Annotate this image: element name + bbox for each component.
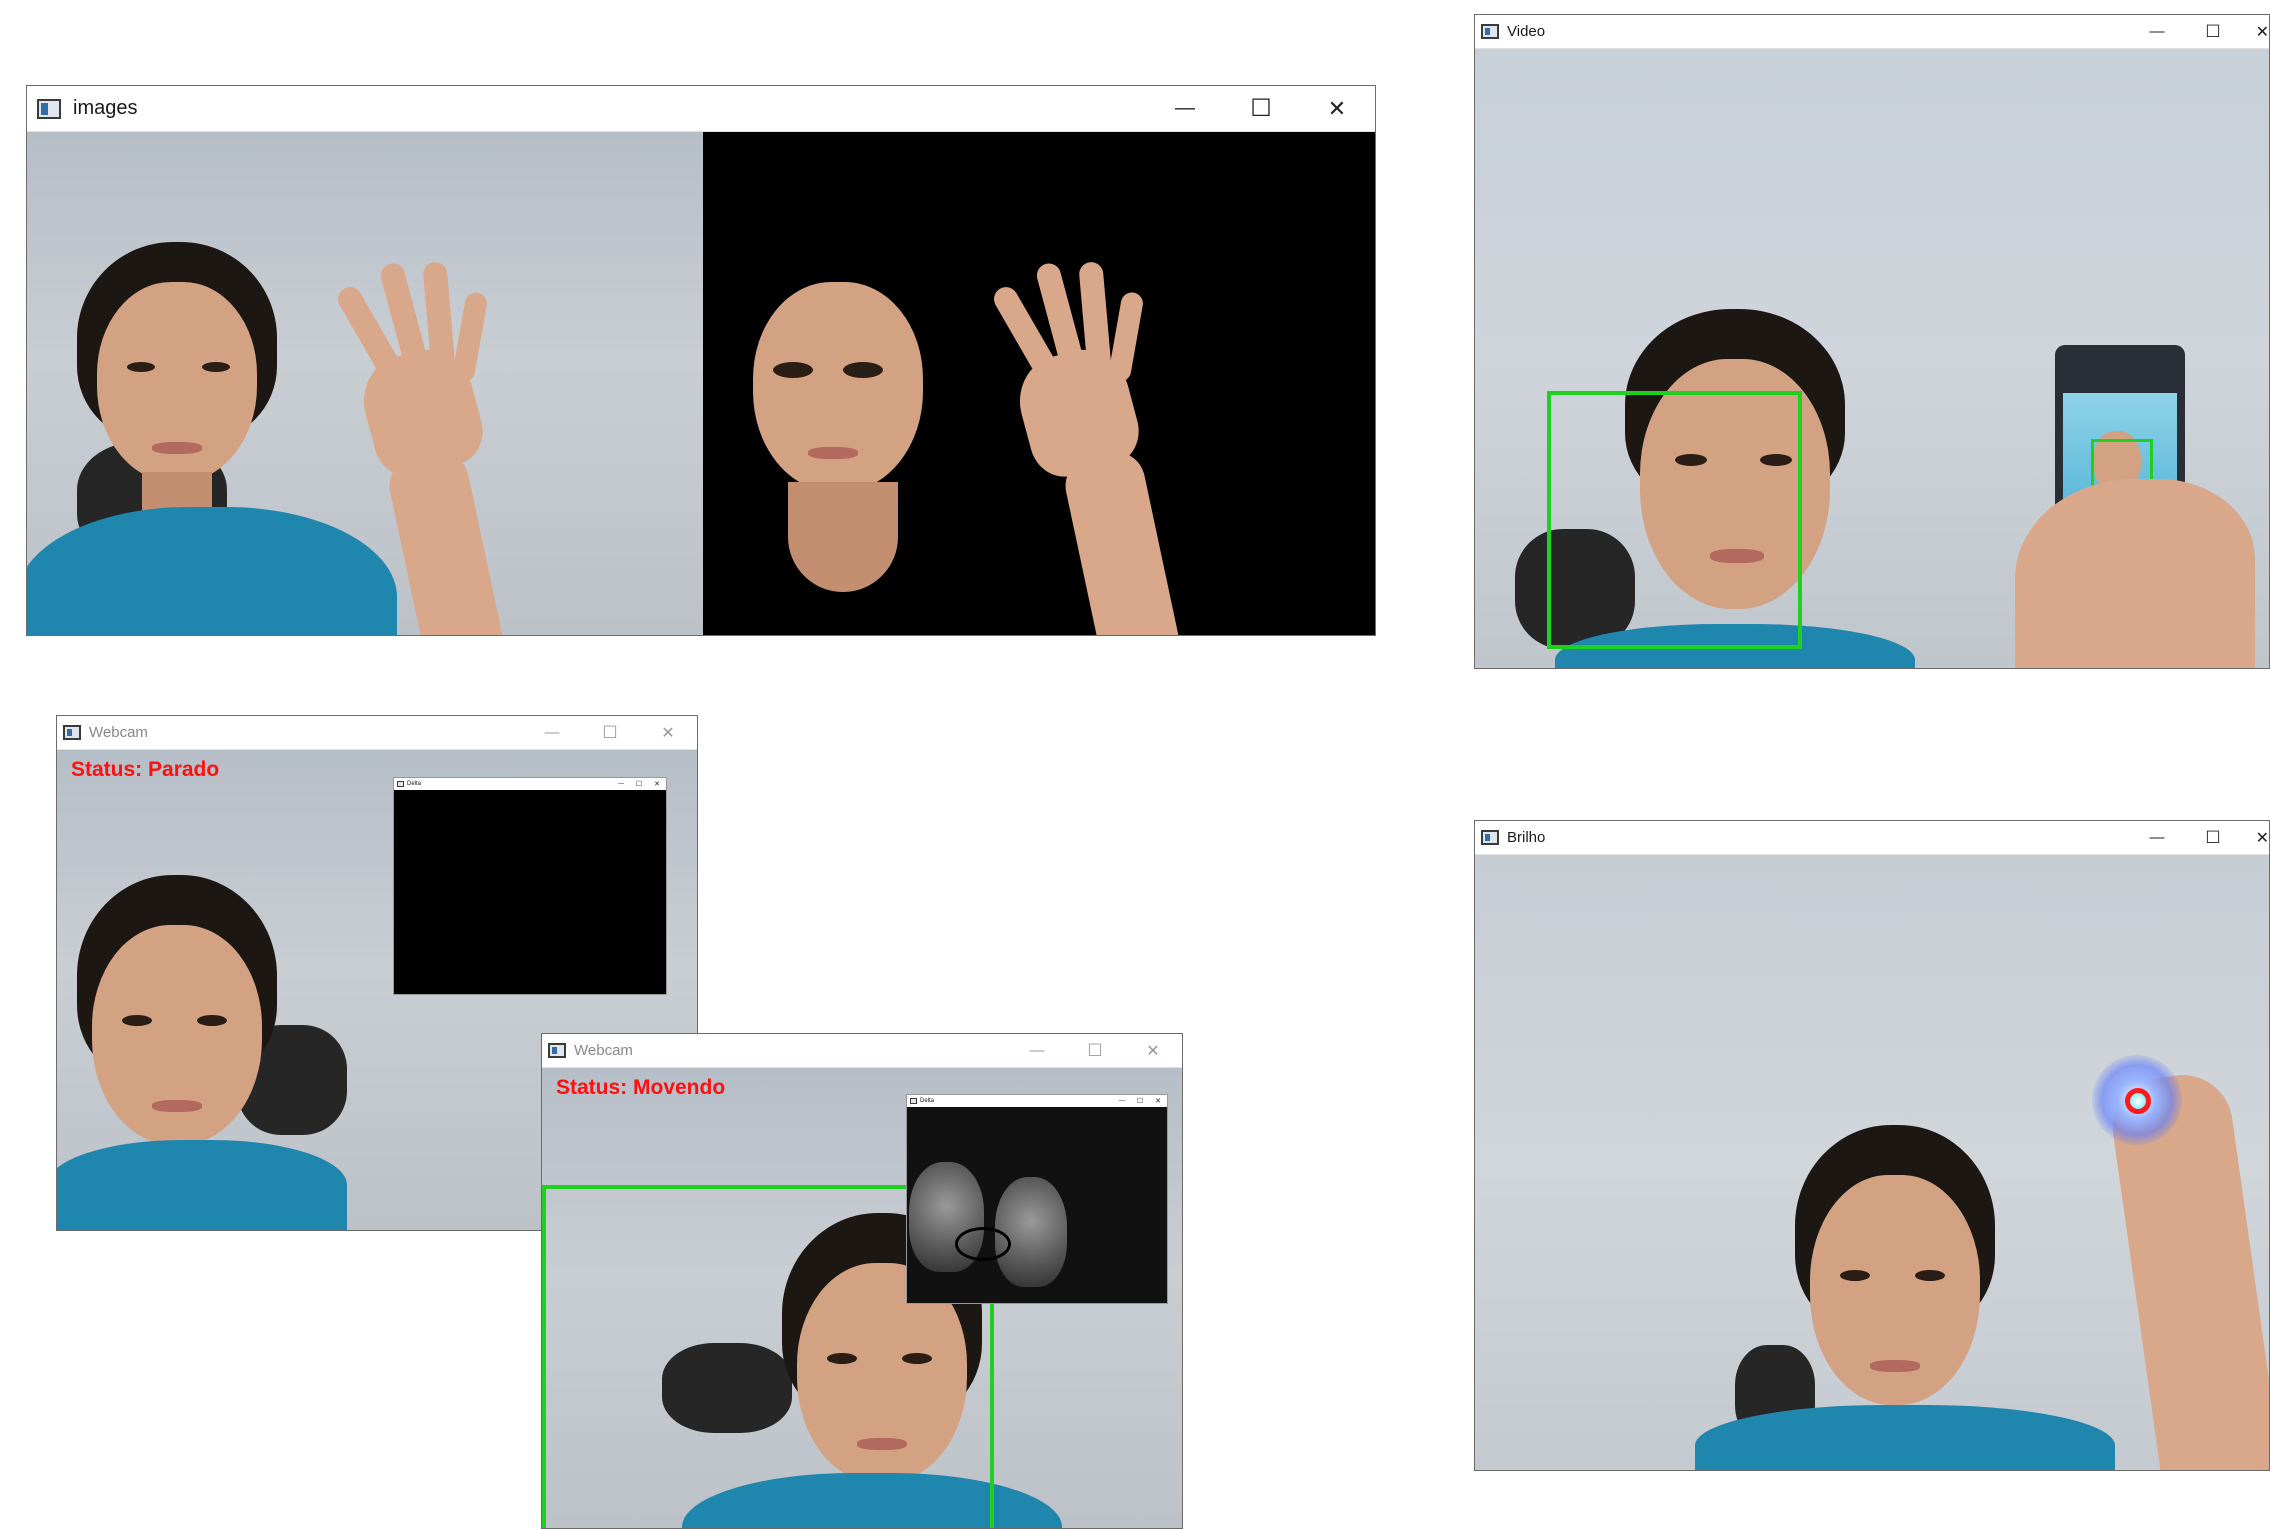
minimize-icon[interactable]: — [523, 716, 581, 749]
status-text: Status: Movendo [556, 1076, 726, 1099]
minimize-icon[interactable]: — [1147, 86, 1223, 131]
face [92, 925, 262, 1145]
mouth [808, 447, 858, 459]
window-title: Delta [920, 1098, 935, 1104]
close-icon[interactable]: ✕ [639, 716, 697, 749]
left-eye [1840, 1270, 1870, 1281]
right-eye [1915, 1270, 1945, 1281]
app-window-icon [1481, 24, 1499, 39]
app-window-icon [1481, 830, 1499, 845]
window-title: Webcam [89, 724, 148, 741]
app-window-icon [910, 1098, 917, 1104]
close-icon[interactable]: ✕ [648, 778, 666, 790]
minimize-icon[interactable]: — [612, 778, 630, 790]
right-eye [197, 1015, 227, 1026]
images-titlebar[interactable]: images — ☐ ✕ [27, 86, 1375, 132]
minimize-icon[interactable]: — [1113, 1095, 1131, 1107]
segmented-person [743, 282, 943, 622]
images-canvas [27, 132, 1375, 635]
segmented-frame [703, 132, 1375, 635]
forearm [383, 446, 511, 635]
forearm [1059, 446, 1187, 635]
webcam-parado-titlebar[interactable]: Webcam — ☐ ✕ [57, 716, 697, 750]
video-canvas [1475, 49, 2269, 668]
delta-window: Delta — ☐ ✕ [393, 777, 667, 995]
person [57, 875, 377, 1230]
maximize-icon[interactable]: ☐ [2185, 821, 2241, 854]
maximize-icon[interactable]: ☐ [2185, 15, 2241, 48]
left-eye [122, 1015, 152, 1026]
mouth [152, 442, 202, 454]
maximize-icon[interactable]: ☐ [581, 716, 639, 749]
window-title: images [73, 97, 138, 119]
video-window: Video — ☐ ✕ [1474, 14, 2270, 669]
delta-titlebar[interactable]: Delta — ☐ ✕ [394, 778, 666, 790]
shirt [1695, 1405, 2115, 1470]
status-text: Status: Parado [71, 758, 220, 781]
window-title: Brilho [1507, 829, 1546, 846]
segmented-hand [989, 252, 1203, 635]
person [1695, 1125, 2115, 1470]
close-icon[interactable]: ✕ [1124, 1034, 1182, 1067]
maximize-icon[interactable]: ☐ [630, 778, 648, 790]
shirt [57, 1140, 347, 1230]
hand-holding-phone [2015, 479, 2255, 668]
window-title: Webcam [574, 1042, 633, 1059]
webcam-movendo-window: Webcam — ☐ ✕ Status: Movendo Delta — ☐ ✕ [541, 1033, 1183, 1529]
neck [788, 482, 898, 592]
close-icon[interactable]: ✕ [1149, 1095, 1167, 1107]
video-titlebar[interactable]: Video — ☐ ✕ [1475, 15, 2269, 49]
delta-frame [907, 1107, 1167, 1303]
minimize-icon[interactable]: — [1008, 1034, 1066, 1067]
app-window-icon [37, 98, 61, 119]
right-eye [843, 362, 883, 378]
app-window-icon [63, 725, 81, 740]
left-eye [773, 362, 813, 378]
mouth [152, 1100, 202, 1112]
maximize-icon[interactable]: ☐ [1131, 1095, 1149, 1107]
minimize-icon[interactable]: — [2129, 15, 2185, 48]
right-eye [202, 362, 230, 372]
window-title: Video [1507, 23, 1546, 40]
bright-spot-marker [2125, 1088, 2151, 1114]
webcam-movendo-titlebar[interactable]: Webcam — ☐ ✕ [542, 1034, 1182, 1068]
brilho-titlebar[interactable]: Brilho — ☐ ✕ [1475, 821, 2269, 855]
original-frame [27, 132, 703, 635]
brilho-window: Brilho — ☐ ✕ [1474, 820, 2270, 1471]
finger [1107, 290, 1145, 384]
motion-silhouette [995, 1177, 1067, 1287]
maximize-icon[interactable]: ☐ [1223, 86, 1299, 131]
close-icon[interactable]: ✕ [2241, 821, 2269, 854]
window-title: Delta [407, 781, 422, 787]
brilho-canvas [1475, 855, 2269, 1470]
images-window: images — ☐ ✕ [26, 85, 1376, 636]
motion-outline [955, 1227, 1011, 1261]
finger [451, 290, 489, 384]
face-detection-box [1547, 391, 1802, 649]
app-window-icon [397, 781, 404, 787]
person [27, 242, 397, 635]
minimize-icon[interactable]: — [2129, 821, 2185, 854]
webcam-movendo-canvas: Status: Movendo Delta — ☐ ✕ [542, 1068, 1182, 1528]
delta-frame [394, 790, 666, 994]
delta-titlebar[interactable]: Delta — ☐ ✕ [907, 1095, 1167, 1107]
delta-window: Delta — ☐ ✕ [906, 1094, 1168, 1304]
face [753, 282, 923, 492]
close-icon[interactable]: ✕ [2241, 15, 2269, 48]
raised-hand [333, 252, 517, 635]
mouth [1870, 1360, 1920, 1372]
left-eye [127, 362, 155, 372]
maximize-icon[interactable]: ☐ [1066, 1034, 1124, 1067]
close-icon[interactable]: ✕ [1299, 86, 1375, 131]
app-window-icon [548, 1043, 566, 1058]
